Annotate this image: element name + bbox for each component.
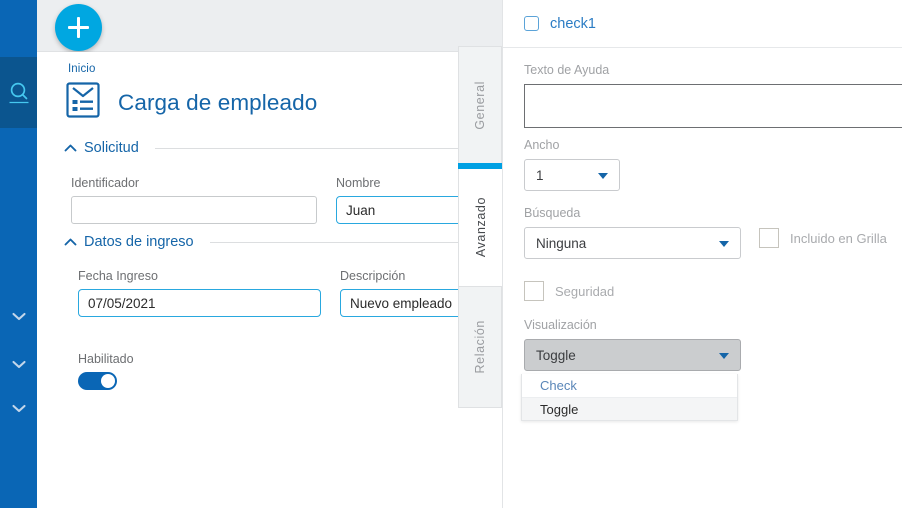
section-divider <box>209 241 496 243</box>
identificador-input[interactable] <box>71 196 317 224</box>
form-document-icon <box>64 79 102 126</box>
section-label: Solicitud <box>84 140 139 156</box>
incluido-en-grilla-checkbox[interactable] <box>759 228 779 248</box>
field-ancho: Ancho 1 <box>524 138 620 191</box>
page-title: Carga de empleado <box>118 89 318 115</box>
section-header-solicitud[interactable]: Solicitud <box>64 139 496 157</box>
field-busqueda: Búsqueda Ninguna <box>524 206 741 259</box>
chevron-up-icon <box>64 139 77 157</box>
tab-label: General <box>473 80 487 130</box>
properties-panel: check1 Texto de Ayuda Ancho 1 Búsqueda N… <box>502 0 902 508</box>
ancho-select-value: 1 <box>536 167 544 183</box>
sidebar-item-expand-3[interactable] <box>0 398 37 418</box>
incluido-en-grilla-label: Incluido en Grilla <box>790 230 887 246</box>
sidebar-item-expand-1[interactable] <box>0 306 37 326</box>
chevron-down-icon <box>11 312 26 321</box>
check1-label: check1 <box>550 15 596 32</box>
visualizacion-select[interactable]: Toggle <box>524 339 741 371</box>
ancho-select[interactable]: 1 <box>524 159 620 191</box>
check1-checkbox[interactable] <box>524 16 539 31</box>
dropdown-option-toggle[interactable]: Toggle <box>522 397 737 420</box>
field-identificador: Identificador <box>71 176 317 224</box>
busqueda-select[interactable]: Ninguna <box>524 227 741 259</box>
section-label: Datos de ingreso <box>84 234 194 250</box>
plus-icon-vertical <box>77 17 80 38</box>
left-sidebar-rail <box>0 0 37 508</box>
tab-label: Avanzado <box>473 197 488 258</box>
busqueda-select-value: Ninguna <box>536 235 587 251</box>
chevron-down-icon <box>11 360 26 369</box>
dropdown-option-check[interactable]: Check <box>522 374 737 397</box>
section-header-datos-de-ingreso[interactable]: Datos de ingreso <box>64 233 496 251</box>
chevron-down-icon <box>719 353 729 359</box>
breadcrumb[interactable]: Inicio <box>68 63 95 75</box>
panel-header: check1 <box>503 0 902 48</box>
field-texto-de-ayuda: Texto de Ayuda <box>524 63 902 133</box>
page-header: Carga de empleado <box>64 79 317 126</box>
texto-de-ayuda-textarea[interactable] <box>524 84 902 128</box>
chevron-down-icon <box>598 173 608 179</box>
field-habilitado: Habilitado <box>78 352 134 390</box>
add-new-button[interactable] <box>55 4 102 51</box>
tab-avanzado[interactable]: Avanzado <box>458 169 502 286</box>
vertical-tab-strip: General Avanzado Relación <box>458 46 502 408</box>
incluido-en-grilla-row: Incluido en Grilla <box>759 228 887 248</box>
seguridad-checkbox[interactable] <box>524 281 544 301</box>
toggle-knob <box>101 374 115 388</box>
tab-relacion[interactable]: Relación <box>458 286 502 408</box>
app-root: Inicio Carga de empleado Solicitud Ident… <box>0 0 902 508</box>
field-label: Texto de Ayuda <box>524 63 610 77</box>
field-label: Ancho <box>524 138 560 152</box>
fecha-ingreso-input[interactable] <box>78 289 321 317</box>
section-divider <box>154 147 496 149</box>
sidebar-top-block <box>0 0 37 57</box>
tab-label: Relación <box>473 320 487 374</box>
field-label: Fecha Ingreso <box>78 269 158 283</box>
field-label: Identificador <box>71 176 140 190</box>
seguridad-label: Seguridad <box>555 283 615 299</box>
chevron-down-icon <box>719 241 729 247</box>
field-visualizacion: Visualización Toggle <box>524 318 741 371</box>
chevron-down-icon <box>11 404 26 413</box>
seguridad-row: Seguridad <box>524 281 614 301</box>
visualizacion-select-value: Toggle <box>536 347 576 363</box>
visualizacion-dropdown-list: Check Toggle <box>521 374 738 421</box>
main-form-area: Inicio Carga de empleado Solicitud Ident… <box>37 52 516 508</box>
chevron-up-icon <box>64 233 77 251</box>
search-icon <box>7 80 31 106</box>
field-label: Búsqueda <box>524 206 581 220</box>
sidebar-item-expand-2[interactable] <box>0 354 37 374</box>
field-fecha-ingreso: Fecha Ingreso <box>78 269 321 317</box>
field-label: Visualización <box>524 318 597 332</box>
tab-general[interactable]: General <box>458 46 502 164</box>
sidebar-search-button[interactable] <box>0 57 37 128</box>
field-label: Habilitado <box>78 352 134 366</box>
habilitado-toggle[interactable] <box>78 372 117 390</box>
